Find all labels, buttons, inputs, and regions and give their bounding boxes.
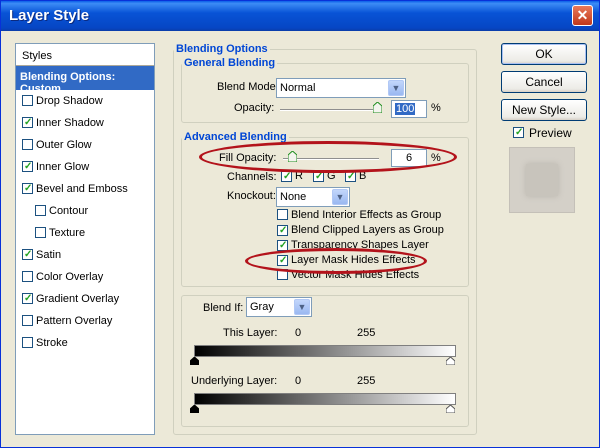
style-label: Drop Shadow [36,95,103,107]
style-checkbox[interactable] [35,205,46,216]
style-checkbox[interactable] [22,117,33,128]
style-label: Gradient Overlay [36,293,120,305]
style-label: Color Overlay [36,271,104,283]
styles-item[interactable]: Stroke [16,332,154,354]
annotation-oval-layer-mask [245,248,427,274]
underlying-layer-min: 0 [295,375,302,387]
styles-item[interactable]: Outer Glow [16,134,154,156]
advanced-option[interactable]: Blend Interior Effects as Group [277,209,441,223]
opacity-label: Opacity: [234,102,275,114]
chevron-down-icon: ▼ [388,80,404,96]
blend-mode-value: Normal [280,82,316,94]
blend-if-label: Blend If: [203,302,244,314]
blend-mode-label: Blend Mode: [217,81,279,93]
knockout-label: Knockout: [227,190,276,202]
chevron-down-icon: ▼ [294,299,310,315]
style-checkbox[interactable] [22,293,33,304]
ok-button[interactable]: OK [501,43,587,65]
underlying-layer-label: Underlying Layer: [191,375,278,387]
underlying-layer-black-slider[interactable] [190,405,199,413]
styles-item[interactable]: Color Overlay [16,266,154,288]
advanced-option[interactable]: Blend Clipped Layers as Group [277,224,444,236]
advanced-option-label: Blend Interior Effects as Group [291,209,442,221]
new-style-button[interactable]: New Style... [501,99,587,121]
advanced-blending-title: Advanced Blending [184,131,287,143]
this-layer-white-slider[interactable] [446,357,455,365]
style-label: Bevel and Emboss [36,183,128,195]
preview-swatch [509,147,575,213]
styles-item[interactable]: Inner Glow [16,156,154,178]
advanced-option-label: Blend Clipped Layers as Group [291,224,444,236]
styles-list: Styles Blending Options: Custom Drop Sha… [15,43,155,435]
preview-label: Preview [529,126,572,140]
underlying-layer-white-slider[interactable] [446,405,455,413]
underlying-layer-gradient [194,393,456,405]
opacity-slider-thumb[interactable] [373,102,382,113]
opacity-slider[interactable] [280,109,382,111]
knockout-select[interactable]: None ▼ [276,187,350,207]
title-bar[interactable]: Layer Style ✕ [1,1,599,31]
styles-item[interactable]: Contour [16,200,154,222]
blend-if-group [181,295,469,427]
blend-mode-select[interactable]: Normal ▼ [276,78,406,98]
styles-item[interactable]: Inner Shadow [16,112,154,134]
close-button[interactable]: ✕ [572,5,593,26]
styles-item[interactable]: Drop Shadow [16,90,154,112]
knockout-value: None [280,191,307,203]
style-label: Inner Glow [36,161,90,173]
annotation-oval-fill-opacity [199,141,457,173]
general-blending-title: General Blending [184,57,276,69]
channel-checkbox[interactable] [281,171,292,182]
blend-if-select[interactable]: Gray ▼ [246,297,312,317]
style-label: Texture [49,227,86,239]
styles-item[interactable]: Satin [16,244,154,266]
style-label: Pattern Overlay [36,315,113,327]
opacity-input[interactable]: 100 [391,100,427,118]
layer-style-dialog: Layer Style ✕ Styles Blending Options: C… [0,0,600,448]
chevron-down-icon: ▼ [332,189,348,205]
cancel-button[interactable]: Cancel [501,71,587,93]
style-checkbox[interactable] [22,161,33,172]
blend-if-value: Gray [250,301,274,313]
style-checkbox[interactable] [22,249,33,260]
style-checkbox[interactable] [22,271,33,282]
style-checkbox[interactable] [35,227,46,238]
styles-item[interactable]: Texture [16,222,154,244]
opacity-percent: % [431,102,441,114]
style-checkbox[interactable] [22,337,33,348]
blending-options-title: Blending Options [176,43,268,55]
style-checkbox[interactable] [22,95,33,106]
style-checkbox[interactable] [22,139,33,150]
advanced-option-checkbox[interactable] [277,225,288,236]
this-layer-max: 255 [357,327,376,339]
styles-header[interactable]: Styles [16,44,154,66]
this-layer-label: This Layer: [223,327,278,339]
style-label: Inner Shadow [36,117,104,129]
advanced-option-checkbox[interactable] [277,209,288,220]
this-layer-min: 0 [295,327,302,339]
channels-label: Channels: [227,171,277,183]
styles-item[interactable]: Gradient Overlay [16,288,154,310]
style-label: Satin [36,249,62,261]
styles-item[interactable]: Pattern Overlay [16,310,154,332]
preview-checkbox[interactable] [513,127,524,138]
style-label: Contour [49,205,89,217]
style-checkbox[interactable] [22,315,33,326]
opacity-value: 100 [395,103,416,115]
this-layer-gradient [194,345,456,357]
style-checkbox[interactable] [22,183,33,194]
underlying-layer-max: 255 [357,375,376,387]
window-title: Layer Style [9,7,90,24]
style-label: Outer Glow [36,139,92,151]
style-label: Stroke [36,337,68,349]
styles-item[interactable]: Bevel and Emboss [16,178,154,200]
this-layer-black-slider[interactable] [190,357,199,365]
styles-item-blending-options[interactable]: Blending Options: Custom [16,66,154,95]
preview-shape [526,164,558,196]
